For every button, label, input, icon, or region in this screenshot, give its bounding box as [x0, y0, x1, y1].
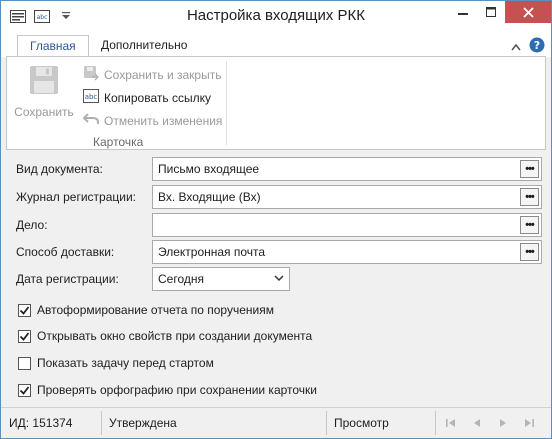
settings-form: Вид документа: Письмо входящее ••• Журна…: [6, 151, 546, 403]
checkbox-open-properties[interactable]: Открывать окно свойств при создании доку…: [18, 327, 312, 345]
checkbox-spellcheck[interactable]: Проверять орфографию при сохранении карт…: [18, 381, 317, 399]
status-separator: [101, 411, 102, 435]
doc-type-value: Письмо входящее: [158, 162, 260, 176]
delivery-value: Электронная почта: [158, 245, 266, 259]
reg-date-label: Дата регистрации:: [16, 272, 119, 286]
checkbox-show-task[interactable]: Показать задачу перед стартом: [18, 354, 214, 372]
undo-changes-button[interactable]: Отменить изменения: [82, 109, 223, 132]
status-separator: [326, 411, 327, 435]
tab-main[interactable]: Главная: [17, 35, 89, 57]
save-button-label: Сохранить: [14, 105, 74, 119]
reg-date-value: Сегодня: [158, 272, 204, 286]
window-controls: [449, 1, 551, 23]
svg-text:abc: abc: [85, 93, 98, 101]
journal-browse-button[interactable]: •••: [520, 188, 539, 206]
journal-label: Журнал регистрации:: [16, 190, 137, 204]
doc-type-field[interactable]: Письмо входящее •••: [152, 157, 542, 181]
doc-type-browse-button[interactable]: •••: [520, 160, 539, 178]
previous-record-icon[interactable]: [467, 413, 487, 433]
ribbon-group-separator: [226, 61, 227, 145]
case-row: Дело: •••: [6, 213, 546, 237]
floppy-disk-icon: [13, 63, 75, 97]
first-record-icon[interactable]: [441, 413, 461, 433]
doc-type-row: Вид документа: Письмо входящее •••: [6, 157, 546, 181]
settings-window: abc Настройка входящих РКК Главная Допол…: [0, 0, 552, 439]
delivery-field[interactable]: Электронная почта •••: [152, 240, 542, 264]
abc-link-icon: abc: [83, 89, 99, 106]
chevron-down-icon: [274, 272, 284, 286]
status-state: Утверждена: [109, 416, 177, 430]
journal-field[interactable]: Вх. Входящие (Вх) •••: [152, 185, 542, 209]
case-label: Дело:: [16, 218, 48, 232]
close-icon[interactable]: [505, 1, 551, 23]
next-record-icon[interactable]: [493, 413, 513, 433]
checkbox-unchecked-icon[interactable]: [18, 356, 31, 370]
collapse-ribbon-icon[interactable]: [511, 40, 521, 54]
reg-date-row: Дата регистрации: Сегодня: [6, 267, 546, 291]
journal-row: Журнал регистрации: Вх. Входящие (Вх) ••…: [6, 185, 546, 209]
copy-link-button[interactable]: abc Копировать ссылку: [83, 86, 222, 109]
doc-type-label: Вид документа:: [16, 162, 103, 176]
save-and-close-button[interactable]: Сохранить и закрыть: [83, 63, 222, 86]
save-close-icon: [83, 65, 99, 84]
minimize-icon[interactable]: [449, 1, 477, 23]
journal-value: Вх. Входящие (Вх): [158, 190, 261, 204]
undo-icon: [82, 112, 99, 129]
ribbon-panel: Сохранить Сохранить и закрыть abc Копиро…: [6, 56, 546, 150]
ribbon-tab-strip: Главная Дополнительно ?: [1, 31, 551, 57]
title-bar: abc Настройка входящих РКК: [1, 1, 551, 31]
checkbox-auto-report[interactable]: Автоформирование отчета по поручениям: [18, 301, 274, 319]
save-button[interactable]: Сохранить: [13, 63, 75, 119]
checkbox-checked-icon[interactable]: [18, 383, 31, 397]
status-bar: ИД: 151374 Утверждена Просмотр: [1, 407, 551, 438]
status-mode: Просмотр: [334, 416, 389, 430]
case-field[interactable]: •••: [152, 213, 542, 237]
save-and-close-label: Сохранить и закрыть: [104, 67, 222, 82]
checkbox-show-task-label: Показать задачу перед стартом: [37, 356, 214, 370]
case-browse-button[interactable]: •••: [520, 216, 539, 234]
tab-additional[interactable]: Дополнительно: [89, 35, 199, 57]
checkbox-checked-icon[interactable]: [18, 329, 31, 343]
checkbox-spellcheck-label: Проверять орфографию при сохранении карт…: [37, 383, 318, 397]
help-icon[interactable]: ?: [529, 37, 545, 56]
maximize-icon[interactable]: [477, 1, 505, 23]
checkbox-auto-report-label: Автоформирование отчета по поручениям: [37, 303, 274, 317]
card-group-buttons: Сохранить и закрыть abc Копировать ссылк…: [82, 63, 223, 132]
svg-text:?: ?: [534, 39, 540, 52]
checkbox-checked-icon[interactable]: [18, 303, 31, 317]
status-separator: [435, 411, 436, 435]
delivery-row: Способ доставки: Электронная почта •••: [6, 240, 546, 264]
reg-date-select[interactable]: Сегодня: [152, 267, 290, 291]
checkbox-open-properties-label: Открывать окно свойств при создании доку…: [37, 329, 313, 343]
last-record-icon[interactable]: [519, 413, 539, 433]
undo-changes-label: Отменить изменения: [104, 113, 223, 128]
status-id: ИД: 151374: [9, 416, 73, 430]
delivery-label: Способ доставки:: [16, 245, 115, 259]
delivery-browse-button[interactable]: •••: [520, 243, 539, 261]
copy-link-label: Копировать ссылку: [104, 90, 211, 105]
ribbon-right-controls: ?: [511, 37, 545, 56]
ribbon-group-label: Карточка: [93, 135, 144, 149]
